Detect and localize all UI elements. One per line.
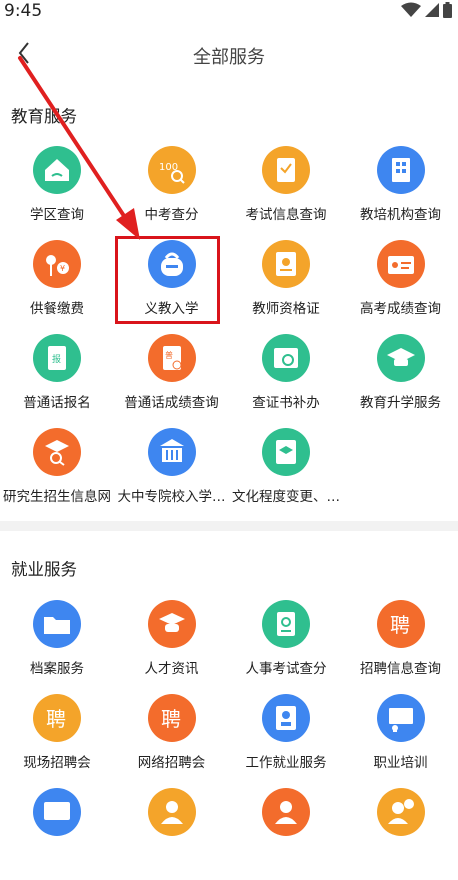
header: 全部服务 [0, 30, 458, 76]
status-bar: 9:45 [0, 0, 458, 24]
service-tile[interactable]: 大中专院校入学… [115, 428, 229, 520]
person-money-icon [377, 788, 425, 836]
screen-icon [33, 788, 81, 836]
service-label: 教培机构查询 [342, 203, 458, 223]
service-tile[interactable]: ¥ 供餐缴费 [0, 240, 114, 332]
service-label: 工作就业服务 [227, 751, 345, 771]
service-label: 人事考试查分 [227, 657, 345, 677]
section-title-education: 教育服务 [11, 103, 77, 127]
service-label: 现场招聘会 [0, 751, 116, 771]
certificate-icon [262, 240, 310, 288]
service-tile[interactable]: 教培机构查询 [344, 146, 458, 238]
page-title: 全部服务 [0, 43, 458, 69]
book-score-icon: 普 [148, 334, 196, 382]
service-label: 供餐缴费 [0, 297, 116, 317]
service-tile[interactable]: 教育升学服务 [344, 334, 458, 426]
service-tile[interactable]: 聘现场招聘会 [0, 694, 114, 786]
service-tile[interactable]: 人才资讯 [115, 600, 229, 692]
service-label: 招聘信息查询 [342, 657, 458, 677]
service-tile[interactable] [229, 788, 343, 880]
service-tile[interactable]: 聘招聘信息查询 [344, 600, 458, 692]
service-label: 教师资格证 [227, 297, 345, 317]
folder-icon [33, 600, 81, 648]
service-label: 人才资讯 [113, 657, 231, 677]
service-tile[interactable]: 100 中考查分 [115, 146, 229, 238]
service-label: 职业培训 [342, 751, 458, 771]
service-label: 档案服务 [0, 657, 116, 677]
svg-text:聘: 聘 [390, 613, 410, 637]
graduation-cap-icon [377, 334, 425, 382]
talent-cap-icon [148, 600, 196, 648]
service-tile[interactable]: 普普通话成绩查询 [115, 334, 229, 426]
service-label: 查证书补办 [227, 391, 345, 411]
service-tile[interactable] [0, 788, 114, 880]
meal-payment-icon: ¥ [33, 240, 81, 288]
service-label: 教育升学服务 [342, 391, 458, 411]
document-search-icon [262, 600, 310, 648]
service-tile[interactable]: 文化程度变更、… [229, 428, 343, 520]
svg-text:报: 报 [52, 353, 61, 365]
battery-icon [443, 2, 452, 18]
service-label: 普通话成绩查询 [113, 391, 231, 411]
svg-text:普: 普 [165, 350, 173, 360]
service-tile[interactable] [344, 788, 458, 880]
graduate-search-icon [33, 428, 81, 476]
education-change-icon [262, 428, 310, 476]
wifi-icon [401, 2, 421, 18]
service-label: 普通话报名 [0, 391, 116, 411]
status-icons [401, 2, 452, 18]
exam-clipboard-icon [262, 146, 310, 194]
house-icon [33, 146, 81, 194]
service-tile[interactable]: 人事考试查分 [229, 600, 343, 692]
college-icon [148, 428, 196, 476]
service-label: 研究生招生信息网 [0, 485, 116, 505]
service-tile[interactable]: 考试信息查询 [229, 146, 343, 238]
section-divider [0, 521, 458, 531]
status-time: 9:45 [4, 1, 42, 21]
highlight-box [115, 236, 220, 324]
service-tile[interactable]: 聘网络招聘会 [115, 694, 229, 786]
service-label: 学区查询 [0, 203, 116, 223]
building-icon [377, 146, 425, 194]
certificate-reissue-icon [262, 334, 310, 382]
svg-text:¥: ¥ [60, 264, 65, 273]
training-board-icon [377, 694, 425, 742]
service-tile[interactable]: 学区查询 [0, 146, 114, 238]
service-label: 中考查分 [113, 203, 231, 223]
svg-text:聘: 聘 [161, 707, 181, 731]
service-tile[interactable] [115, 788, 229, 880]
service-tile[interactable]: 工作就业服务 [229, 694, 343, 786]
service-tile[interactable]: 报普通话报名 [0, 334, 114, 426]
service-tile[interactable]: 档案服务 [0, 600, 114, 692]
recruit-icon: 聘 [148, 694, 196, 742]
svg-text:聘: 聘 [46, 707, 66, 731]
service-tile[interactable]: 查证书补办 [229, 334, 343, 426]
service-label: 考试信息查询 [227, 203, 345, 223]
service-tile[interactable]: 研究生招生信息网 [0, 428, 114, 520]
score-search-icon: 100 [148, 146, 196, 194]
book-register-icon: 报 [33, 334, 81, 382]
service-tile[interactable]: 教师资格证 [229, 240, 343, 332]
service-tile[interactable]: 高考成绩查询 [344, 240, 458, 332]
employee-card-icon [262, 694, 310, 742]
recruit-icon: 聘 [377, 600, 425, 648]
recruit-icon: 聘 [33, 694, 81, 742]
service-label: 网络招聘会 [113, 751, 231, 771]
person-icon [148, 788, 196, 836]
service-tile[interactable]: 职业培训 [344, 694, 458, 786]
service-label: 高考成绩查询 [342, 297, 458, 317]
service-label: 文化程度变更、… [227, 485, 345, 505]
signal-icon [425, 2, 439, 18]
service-label: 大中专院校入学… [113, 485, 231, 505]
person-icon [262, 788, 310, 836]
section-title-employment: 就业服务 [11, 556, 77, 580]
id-card-icon [377, 240, 425, 288]
